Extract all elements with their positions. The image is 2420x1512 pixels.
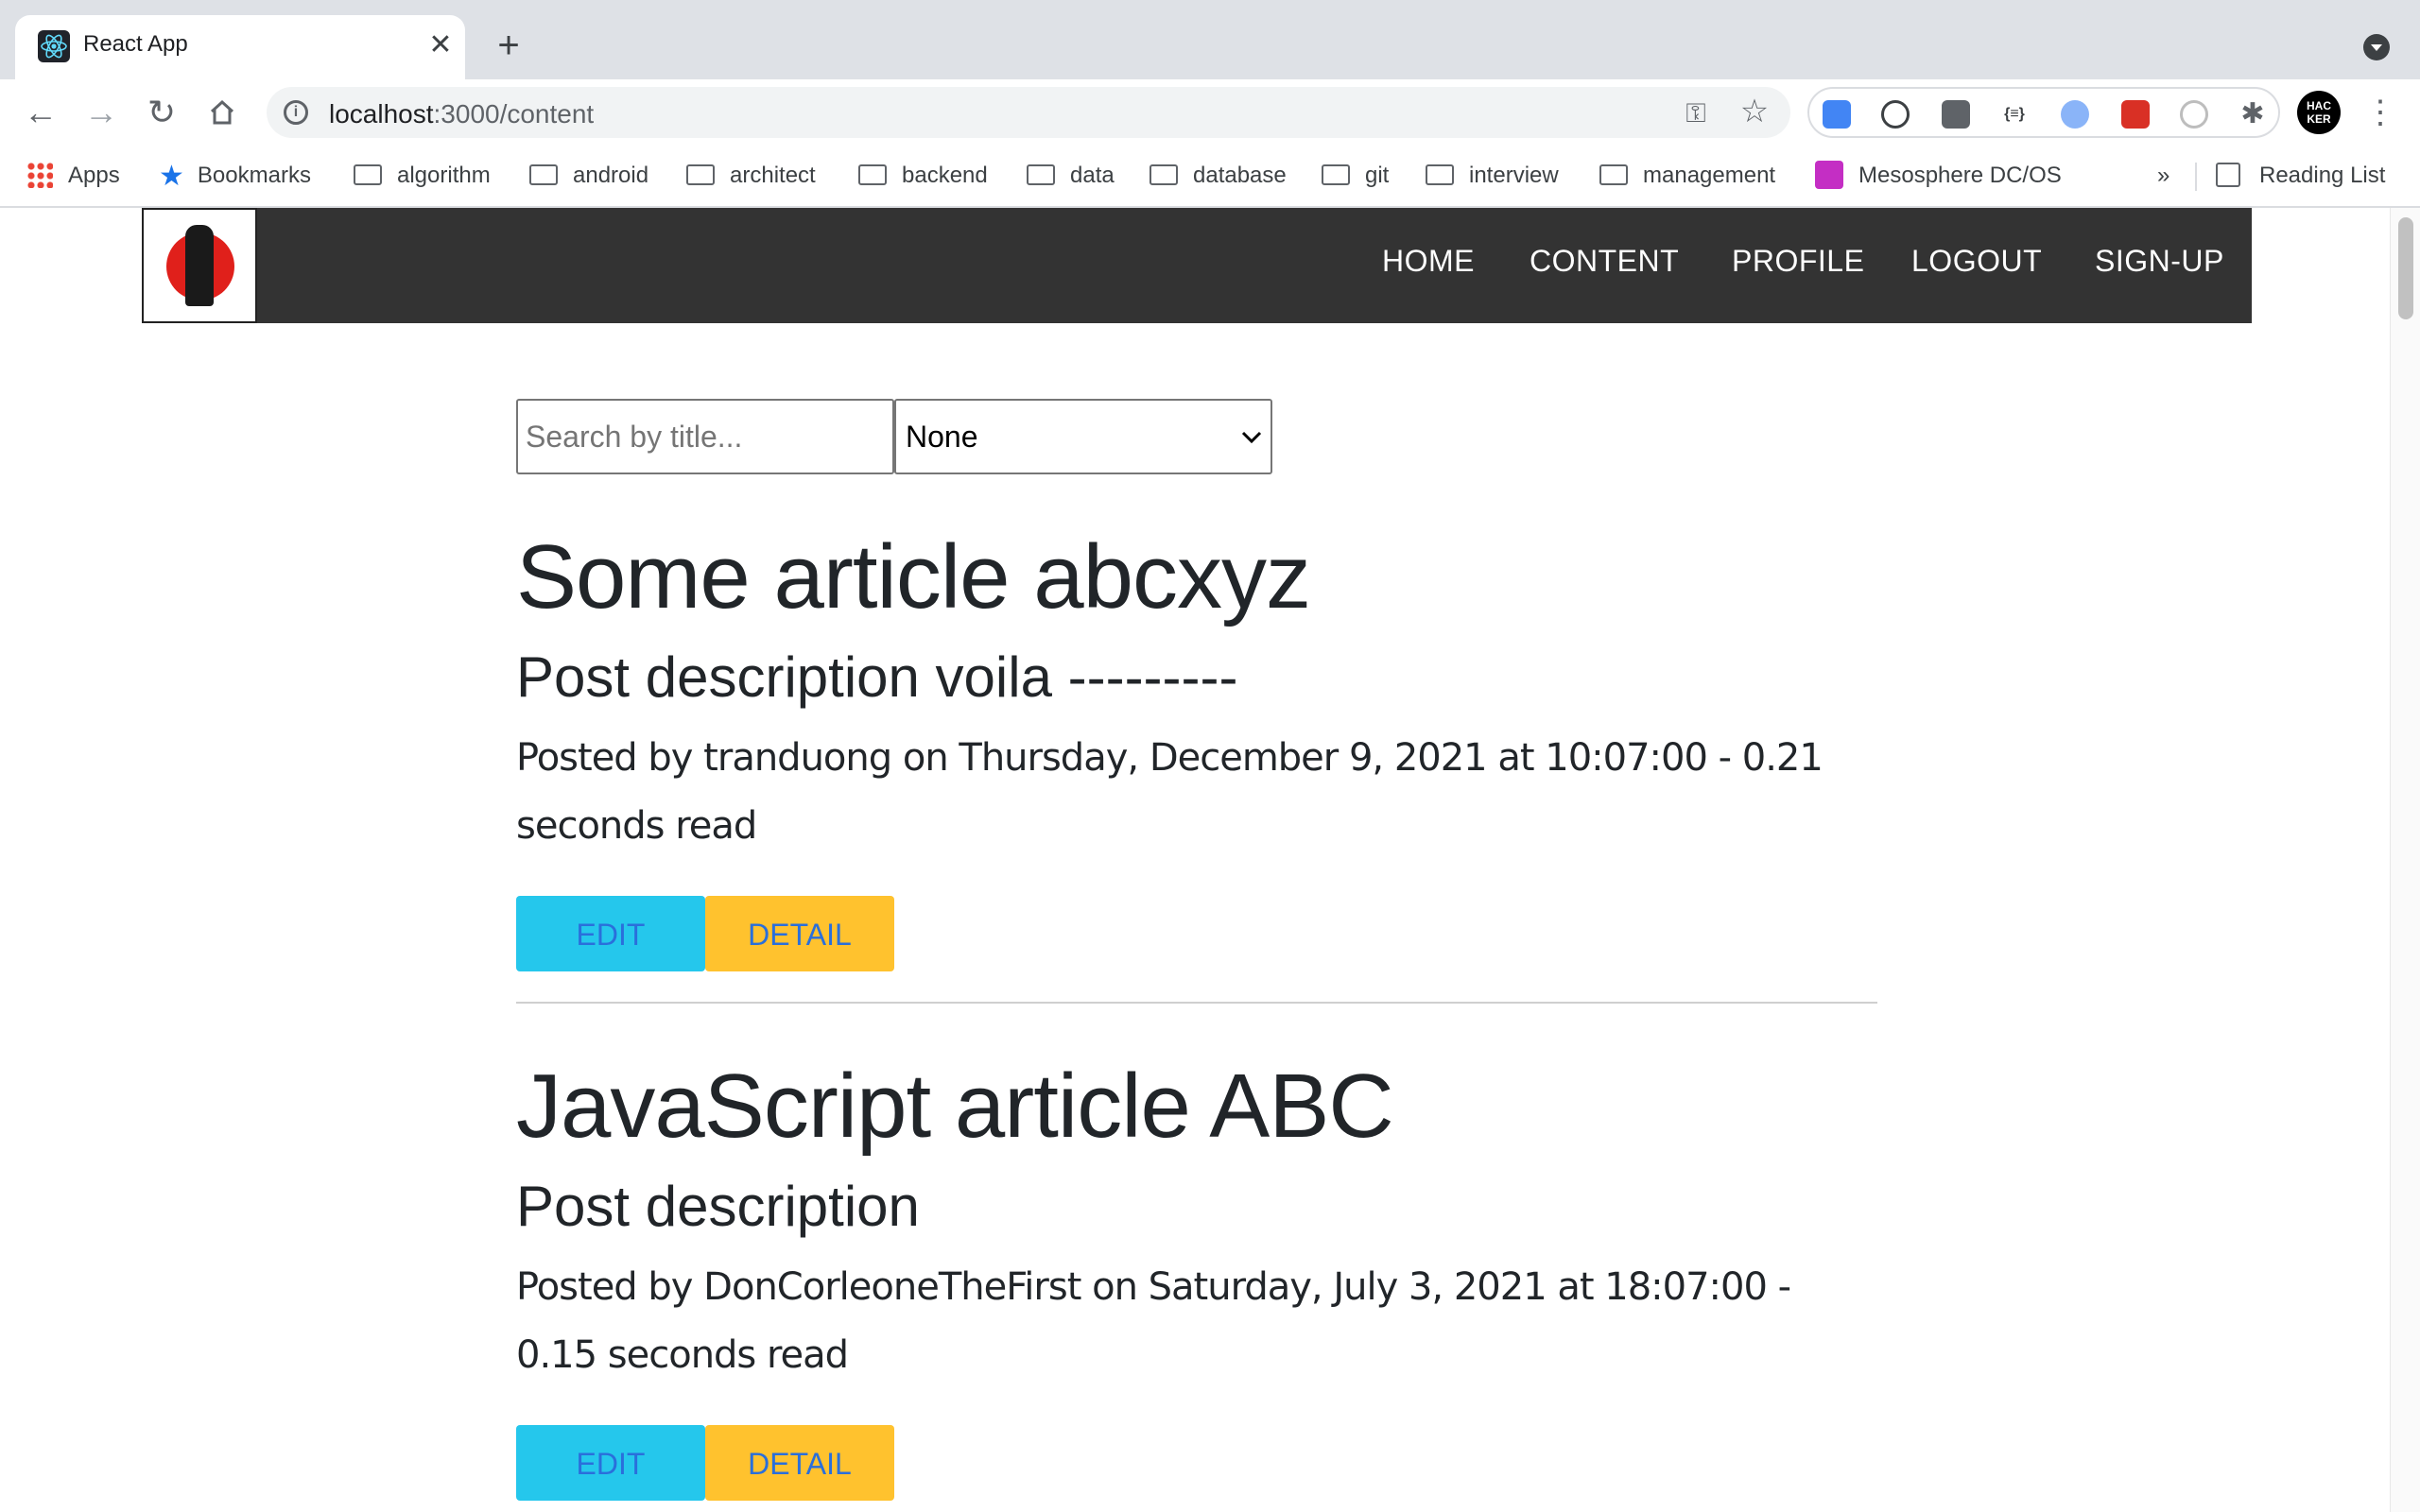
browser-tab-strip: React App ✕ + — [0, 0, 2420, 79]
react-devtools-extension-icon[interactable] — [2121, 100, 2150, 129]
profile-avatar[interactable]: HAC KER — [2297, 91, 2341, 134]
close-tab-icon[interactable]: ✕ — [422, 26, 459, 64]
article-card: Some article abcxyz Post description voi… — [516, 525, 1877, 971]
bookmark-folder-management[interactable]: management — [1599, 159, 1775, 193]
folder-icon — [529, 163, 558, 185]
forward-arrow-icon[interactable]: → — [79, 91, 123, 134]
search-by-title-input[interactable] — [516, 399, 894, 474]
article-meta: Posted by DonCorleoneTheFirst on Saturda… — [516, 1265, 1791, 1377]
bookmark-folder-backend[interactable]: backend — [858, 159, 988, 193]
tab-search-icon[interactable] — [2363, 34, 2390, 60]
folder-icon — [1150, 163, 1178, 185]
folder-icon — [354, 163, 382, 185]
app-navbar: HOME CONTENT PROFILE LOGOUT SIGN-UP — [142, 208, 2252, 323]
page-viewport: HOME CONTENT PROFILE LOGOUT SIGN-UP None… — [0, 208, 2420, 1512]
back-arrow-icon[interactable]: ← — [19, 91, 62, 134]
bookmark-bookmarks[interactable]: ★ Bookmarks — [159, 159, 311, 193]
bookmark-folder-data[interactable]: data — [1027, 159, 1115, 193]
nav-profile-link[interactable]: PROFILE — [1732, 244, 1864, 279]
clock-extension-icon[interactable] — [1881, 100, 1910, 129]
page-scrollbar[interactable] — [2390, 208, 2420, 1512]
star-icon: ★ — [159, 160, 184, 192]
extensions-area: {≡} ✱ — [1807, 87, 2280, 138]
browser-tab-active[interactable]: React App ✕ — [15, 15, 465, 79]
bookmark-mesosphere[interactable]: Mesosphere DC/OS — [1815, 159, 2062, 193]
logo-samurai-figure — [185, 225, 214, 306]
browser-menu-icon[interactable]: ⋮ — [2363, 91, 2397, 134]
nav-content-link[interactable]: CONTENT — [1530, 244, 1679, 279]
article-card: JavaScript article ABC Post description … — [516, 1055, 1877, 1501]
detail-button[interactable]: DETAIL — [705, 1425, 894, 1501]
apps-grid-icon — [26, 161, 53, 188]
bookmarks-separator — [2195, 163, 2197, 191]
bookmark-folder-database[interactable]: database — [1150, 159, 1287, 193]
site-info-icon[interactable]: i — [284, 100, 308, 125]
filter-select-value: None — [906, 420, 978, 454]
react-favicon-icon — [38, 30, 70, 62]
folder-icon — [686, 163, 715, 185]
bookmark-folder-algorithm[interactable]: algorithm — [354, 159, 491, 193]
address-bar[interactable]: i localhost:3000/content ⚿ ☆ — [267, 87, 1790, 138]
google-translate-extension-icon[interactable] — [1823, 100, 1851, 129]
puzzle-extensions-icon[interactable]: ✱ — [2238, 100, 2267, 129]
folder-icon — [1426, 163, 1454, 185]
tab-title: React App — [83, 31, 188, 57]
nav-home-link[interactable]: HOME — [1382, 244, 1475, 279]
bookmark-folder-interview[interactable]: interview — [1426, 159, 1559, 193]
bookmark-star-icon[interactable]: ☆ — [1737, 94, 1772, 129]
bookmark-apps[interactable]: Apps — [26, 159, 120, 193]
reading-list-icon — [2216, 162, 2240, 187]
article-description: Post description voila --------- — [516, 645, 1238, 709]
nav-signup-link[interactable]: SIGN-UP — [2095, 244, 2224, 279]
scrollbar-thumb[interactable] — [2398, 217, 2413, 319]
bookmarks-overflow-button[interactable]: » — [2157, 159, 2169, 193]
home-icon[interactable] — [200, 91, 244, 134]
samurai-logo[interactable] — [142, 208, 257, 323]
nav-logout-link[interactable]: LOGOUT — [1911, 244, 2042, 279]
bookmark-folder-android[interactable]: android — [529, 159, 648, 193]
edit-button[interactable]: EDIT — [516, 1425, 705, 1501]
article-title: JavaScript article ABC — [516, 1056, 1394, 1157]
folder-icon — [1599, 163, 1628, 185]
new-tab-icon[interactable]: + — [488, 26, 529, 68]
url-text[interactable]: localhost:3000/content — [329, 99, 594, 129]
bookmark-folder-git[interactable]: git — [1322, 159, 1389, 193]
edit-button[interactable]: EDIT — [516, 896, 705, 971]
reading-list-button[interactable]: Reading List — [2216, 159, 2385, 193]
mesosphere-icon — [1815, 160, 1843, 189]
extension-icon[interactable] — [2180, 100, 2208, 129]
browser-toolbar: ← → ↻ i localhost:3000/content ⚿ ☆ {≡} ✱… — [0, 79, 2420, 146]
bookmarks-bar: Apps ★ Bookmarks algorithm android archit… — [0, 146, 2420, 208]
article-divider — [516, 1002, 1877, 1004]
password-key-icon[interactable]: ⚿ — [1679, 96, 1713, 130]
article-description: Post description — [516, 1175, 920, 1238]
extension-icon[interactable] — [2061, 100, 2089, 129]
detail-button[interactable]: DETAIL — [705, 896, 894, 971]
bookmark-folder-architect[interactable]: architect — [686, 159, 816, 193]
folder-icon — [858, 163, 887, 185]
json-extension-icon[interactable]: {≡} — [2000, 100, 2029, 129]
extension-icon[interactable] — [1942, 100, 1970, 129]
chevron-down-icon — [1240, 421, 1263, 454]
reload-icon[interactable]: ↻ — [140, 91, 183, 134]
article-title: Some article abcxyz — [516, 526, 1311, 627]
folder-icon — [1027, 163, 1055, 185]
folder-icon — [1322, 163, 1350, 185]
filter-select[interactable]: None — [894, 399, 1272, 474]
article-meta: Posted by tranduong on Thursday, Decembe… — [516, 736, 1824, 848]
